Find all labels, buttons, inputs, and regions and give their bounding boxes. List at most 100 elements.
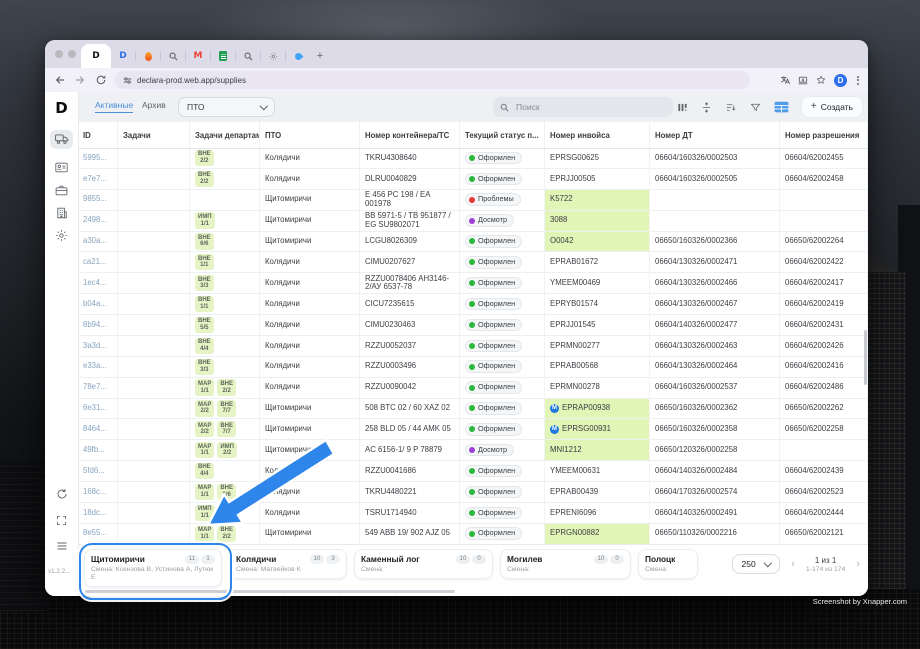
vertical-scrollbar[interactable] — [864, 330, 867, 385]
prev-page-button[interactable]: ‹ — [791, 559, 795, 570]
invoice-cell: EPRAB00568 — [545, 357, 650, 377]
table-row[interactable]: a30a...ВНЕ6/6ЩитомиричиLCGU8026309Оформл… — [78, 232, 868, 253]
dept-task-badge: МАР1/1 — [195, 379, 214, 395]
row-height-icon[interactable] — [701, 102, 712, 113]
install-app-icon[interactable] — [798, 76, 808, 85]
column-header[interactable]: Номер контейнера/ТС — [360, 122, 460, 148]
browser-tab[interactable] — [286, 48, 310, 64]
table-row[interactable]: 3a3d...ВНЕ4/4КолядичиRZZU0052037Оформлен… — [78, 336, 868, 357]
table-row[interactable]: e33a...ВНЕ3/3КолядичиRZZU0003496Оформлен… — [78, 357, 868, 378]
column-header[interactable]: Текущий статус п... — [460, 122, 545, 148]
pto-cell: Щитомиричи — [260, 232, 360, 252]
sidebar-item-organizations[interactable] — [45, 207, 78, 219]
dt-cell: 06650/160326/0002358 — [650, 419, 780, 439]
table-row[interactable]: b04a...ВНЕ1/1КолядичиCICU7235615Оформлен… — [78, 294, 868, 315]
container-cell: 508 BTC 02 / 60 XAZ 02 — [360, 399, 460, 419]
column-header[interactable]: Номер инвойса — [545, 122, 650, 148]
pto-card[interactable]: Каменный лог100Смена: — [354, 549, 493, 579]
sidebar-item-contacts[interactable] — [45, 162, 78, 173]
tab-archive[interactable]: Архив — [142, 100, 166, 110]
browser-tab[interactable] — [136, 48, 160, 64]
table-row[interactable]: 78e7...МАР1/1ВНЕ2/2КолядичиRZZU0090042Оф… — [78, 378, 868, 399]
column-header[interactable]: Номер разрешения — [780, 122, 868, 148]
browser-tab[interactable]: D — [111, 48, 135, 64]
pto-filter-dropdown[interactable]: ПТО — [178, 97, 275, 117]
browser-menu-icon[interactable] — [855, 76, 861, 85]
bookmark-star-icon[interactable] — [816, 75, 826, 85]
table-row[interactable]: 168c...МАР1/1ВНЕ6/6КолядичиTKRU4480221Оф… — [78, 482, 868, 503]
container-cell: RZZU0041686 — [360, 461, 460, 481]
table-row[interactable]: ca21...ВНЕ1/1КолядичиCIMU0207627Оформлен… — [78, 252, 868, 273]
column-header[interactable]: Задачи — [118, 122, 190, 148]
browser-tab[interactable] — [161, 48, 185, 64]
browser-tab[interactable]: M — [186, 48, 210, 64]
chevron-down-icon — [764, 559, 772, 567]
invoice-cell: EPRJJ00505 — [545, 169, 650, 189]
row-id: a30a... — [78, 232, 118, 252]
table-row[interactable]: 5fd6...ВНЕ4/4КолядичиRZZU0041686Оформлен… — [78, 461, 868, 482]
browser-tab[interactable] — [261, 48, 285, 64]
sidebar-item-settings[interactable] — [45, 229, 78, 242]
minimize-window-button[interactable] — [68, 50, 76, 58]
table-row[interactable]: 9855...ЩитомиричиE 456 PC 198 / EA 00197… — [78, 190, 868, 211]
browser-tab[interactable] — [236, 48, 260, 64]
gear-icon — [55, 229, 68, 242]
dt-cell: 06604/170326/0002574 — [650, 482, 780, 502]
table-row[interactable]: 6e31...МАР2/2ВНЕ7/7Щитомиричи508 BTC 02 … — [78, 399, 868, 420]
column-header[interactable]: ПТО — [260, 122, 360, 148]
building-icon — [56, 207, 68, 219]
sort-icon[interactable] — [725, 102, 737, 113]
filter-icon[interactable] — [750, 102, 761, 113]
table-row[interactable]: e7e7...ВНЕ2/2КолядичиDLRU0040829Оформлен… — [78, 169, 868, 190]
search-box[interactable] — [493, 97, 673, 117]
reload-icon[interactable] — [96, 75, 106, 85]
table-row[interactable]: 49fb...МАР1/1ИМП2/2ЩитомиричиAC 6156-1/ … — [78, 440, 868, 461]
search-input[interactable] — [514, 101, 658, 113]
invoice-cell: EPRMN00278 — [545, 378, 650, 398]
sidebar-menu[interactable] — [45, 541, 78, 551]
pto-card[interactable]: Колядичи103Смена: Матвейков К — [229, 549, 347, 579]
translate-icon[interactable] — [780, 75, 790, 85]
profile-avatar[interactable]: D — [834, 74, 847, 87]
dept-task-badge: ИМП1/1 — [195, 212, 215, 228]
sidebar-item-jobs[interactable] — [45, 185, 78, 196]
pto-card[interactable]: Щитомиричи111Смена: Ксензова В, Устинова… — [84, 549, 222, 587]
permit-cell: 06604/62002431 — [780, 315, 868, 335]
tab-active-supplies[interactable]: Активные — [95, 100, 133, 113]
sidebar-item-supplies[interactable] — [45, 133, 78, 145]
address-bar[interactable]: declara-prod.web.app/supplies — [115, 71, 750, 89]
table-row[interactable]: 18dc...ИМП1/1КолядичиTSRU1714940Оформлен… — [78, 503, 868, 524]
column-header[interactable]: ID — [78, 122, 118, 148]
forward-icon[interactable] — [75, 75, 85, 85]
table-row[interactable]: 8464...МАР2/2ВНЕ7/7Щитомиричи258 BLD 05 … — [78, 419, 868, 440]
browser-tab[interactable]: D — [81, 44, 111, 68]
sidebar-fullscreen[interactable] — [45, 515, 78, 526]
table-row[interactable]: 8b94...ВНЕ5/5КолядичиCIMU0230463Оформлен… — [78, 315, 868, 336]
sidebar-refresh[interactable] — [45, 488, 78, 500]
close-window-button[interactable] — [55, 50, 63, 58]
table-row[interactable]: 8e55...МАР1/1ВНЕ2/2Щитомиричи549 ABB 19/… — [78, 524, 868, 545]
dept-task-badge: ВНЕ1/1 — [195, 254, 214, 270]
site-settings-icon[interactable] — [123, 76, 132, 85]
columns-settings-icon[interactable] — [677, 102, 688, 113]
column-header[interactable]: Номер ДТ — [650, 122, 780, 148]
tasks-cell — [118, 315, 190, 335]
browser-tab[interactable] — [211, 48, 235, 64]
pto-card[interactable]: ПолоцкСмена: — [638, 549, 698, 579]
create-button[interactable]: + Создать — [802, 97, 862, 117]
new-tab-button[interactable]: + — [310, 44, 330, 68]
column-header[interactable]: Задачи департам... — [190, 122, 260, 148]
horizontal-scrollbar[interactable] — [85, 590, 455, 593]
status-badge: Оформлен — [465, 507, 522, 520]
next-page-button[interactable]: › — [856, 559, 860, 570]
pto-card[interactable]: Могилев100Смена: — [500, 549, 631, 579]
table-view-icon[interactable] — [774, 101, 789, 113]
table-row[interactable]: 1ec4...ВНЕ3/3КолядичиRZZU0078406 АН3146-… — [78, 273, 868, 294]
back-icon[interactable] — [55, 75, 65, 85]
dept-tasks-cell: МАР2/2ВНЕ7/7 — [190, 419, 260, 439]
dept-tasks-cell: МАР1/1ВНЕ6/6 — [190, 482, 260, 502]
table-row[interactable]: 2498...ИМП1/1ЩитомиричиBB 5971-5 / TB 95… — [78, 211, 868, 232]
dept-task-badge: МАР2/2 — [195, 421, 214, 437]
page-size-dropdown[interactable]: 250 — [732, 554, 781, 574]
table-row[interactable]: 5995...ВНЕ2/2КолядичиTKRU4308640Оформлен… — [78, 148, 868, 169]
